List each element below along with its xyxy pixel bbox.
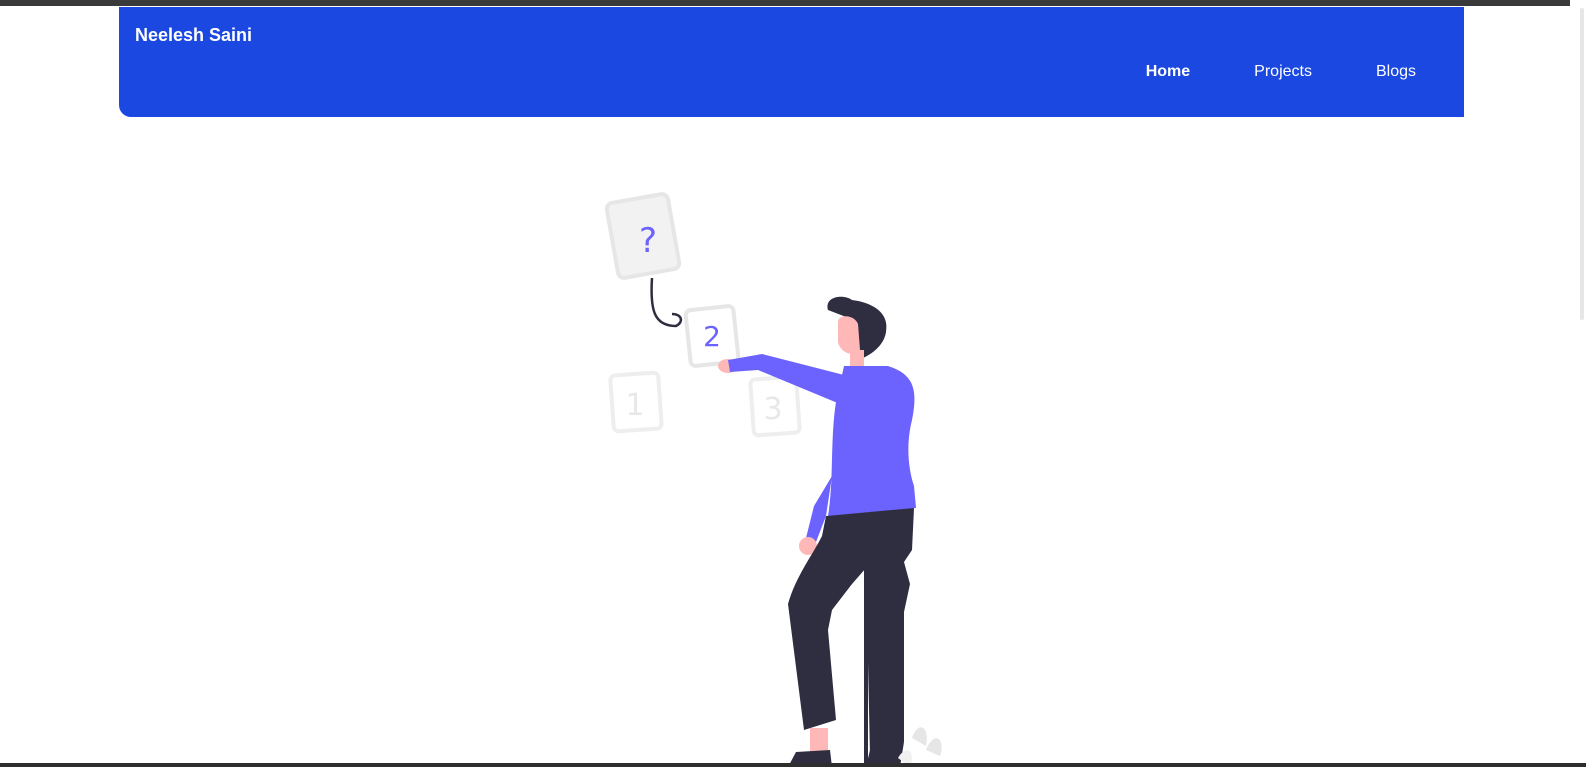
card-question-glyph: ? (639, 221, 657, 261)
nav-link-home[interactable]: Home (1146, 63, 1190, 81)
card-one-glyph: 1 (625, 388, 644, 423)
card-two-glyph: 2 (703, 320, 721, 353)
card-two: 2 (685, 306, 739, 367)
navbar: Neelesh Saini Home Projects Blogs (119, 7, 1464, 117)
nav-link-projects[interactable]: Projects (1254, 63, 1312, 81)
taskbar-edge (0, 763, 1586, 767)
arrow-connector (652, 278, 681, 326)
nav-links: Home Projects Blogs (1082, 63, 1416, 81)
vertical-scrollbar[interactable] (1570, 0, 1586, 767)
card-three: 3 (750, 376, 800, 435)
site-brand[interactable]: Neelesh Saini (135, 25, 252, 46)
browser-top-edge (0, 0, 1586, 6)
scrollbar-thumb[interactable] (1580, 8, 1584, 320)
nav-link-blogs[interactable]: Blogs (1376, 63, 1416, 81)
card-three-glyph: 3 (763, 392, 782, 427)
card-one: 1 (610, 372, 662, 431)
card-question: ? (606, 193, 680, 279)
hero-illustration: ? 2 1 3 (600, 190, 980, 767)
person-figure (718, 297, 942, 767)
